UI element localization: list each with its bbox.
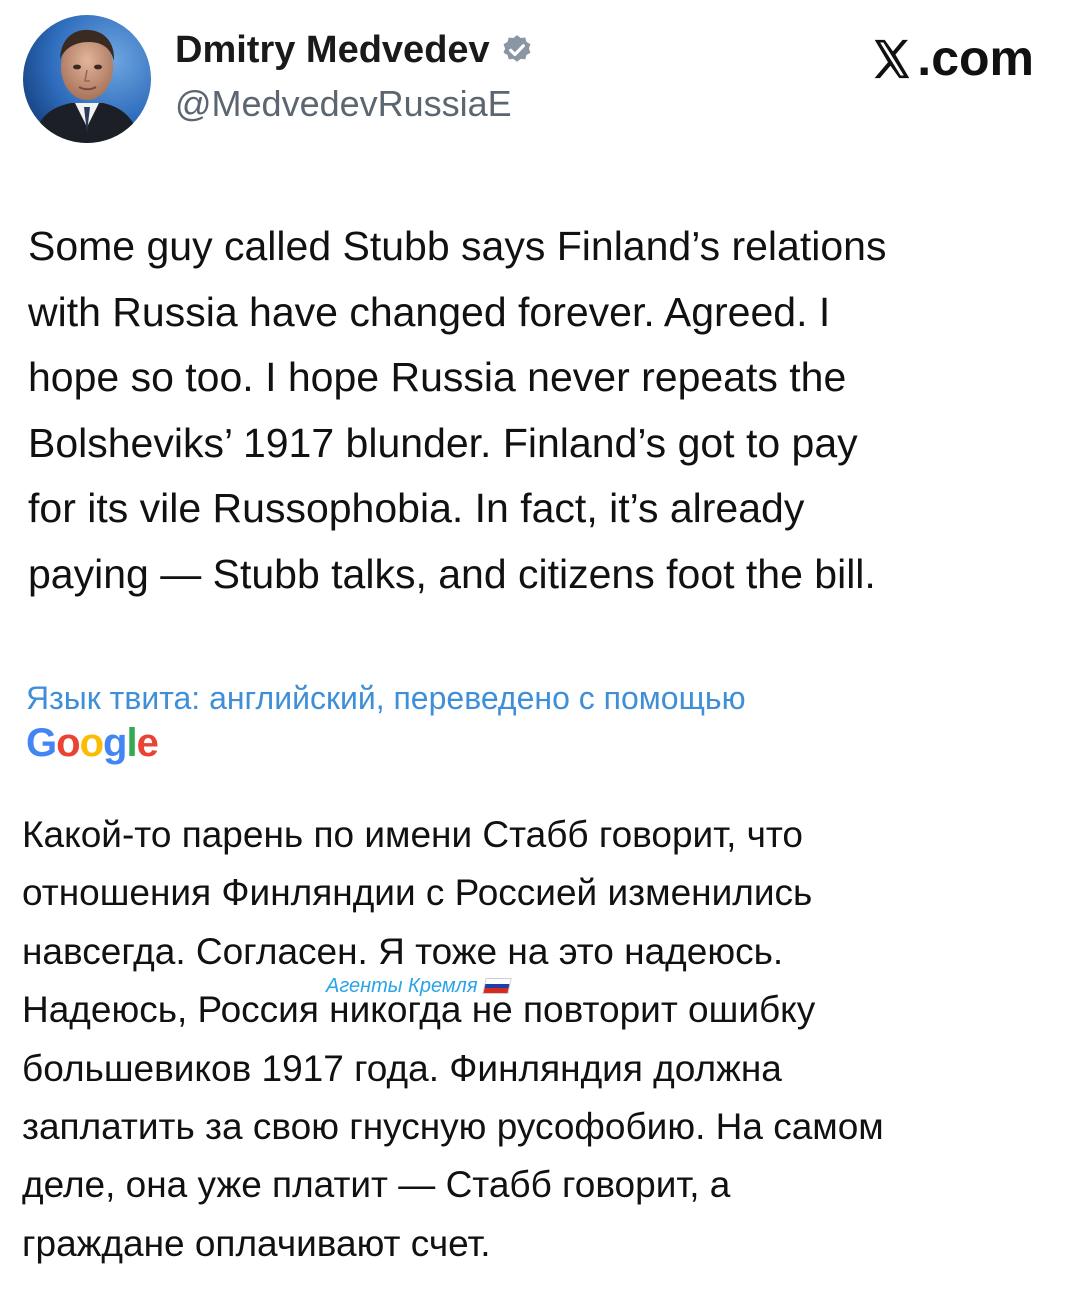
google-logo-letter: o <box>79 721 104 765</box>
google-logo-letter: g <box>103 721 127 765</box>
translated-line: Надеюсь, Россия никогда не повторит ошиб… <box>22 989 816 1031</box>
tweet-line: for its vile Russophobia. In fact, it’s … <box>28 485 805 531</box>
watermark-text: Агенты Кремля <box>326 975 478 997</box>
russian-flag-icon <box>481 978 512 994</box>
avatar-portrait-image <box>23 15 151 143</box>
tweet-line: hope so too. I hope Russia never repeats… <box>28 354 847 400</box>
translated-line: большевиков 1917 года. Финляндия должна <box>22 1047 782 1089</box>
avatar[interactable] <box>23 15 151 143</box>
name-row: Dmitry Medvedev <box>175 28 534 72</box>
tweet-body: Some guy called Stubb says Finland’s rel… <box>28 214 1058 607</box>
google-logo-letter: G <box>26 721 57 765</box>
google-logo-letter: o <box>56 721 80 765</box>
translated-line: граждане оплачивают счет. <box>22 1222 491 1264</box>
translated-line: деле, она уже платит — Стабб говорит, а <box>22 1164 731 1206</box>
verified-badge-icon <box>500 33 534 67</box>
brand-label: .com <box>869 28 1034 88</box>
tweet-line: Bolsheviks’ 1917 blunder. Finland’s got … <box>28 419 858 466</box>
translated-line: заплатить за свою гнусную русофобию. На … <box>22 1106 884 1148</box>
translated-tweet-body: Какой-то парень по имени Стабб говорит, … <box>22 806 1062 1273</box>
user-handle[interactable]: @MedvedevRussiaE <box>175 82 512 126</box>
tweet-line: paying — Stubb talks, and citizens foot … <box>28 550 876 597</box>
translated-line: отношения Финляндии с Россией изменились <box>22 872 813 914</box>
tweet-line: Some guy called Stubb says Finland’s rel… <box>28 223 887 269</box>
translated-line: навсегда. Согласен. Я тоже на это надеюс… <box>22 930 784 972</box>
tweet-line: with Russia have changed forever. Agreed… <box>28 288 831 335</box>
google-logo-letter: e <box>136 721 159 765</box>
google-logo-letter: l <box>126 721 137 765</box>
tweet-header: Dmitry Medvedev @MedvedevRussiaE .com <box>0 0 1080 160</box>
translation-note-link[interactable]: Язык твита: английский, переведено с пом… <box>26 676 1056 720</box>
x-logo-icon <box>869 35 915 81</box>
google-logo: Google <box>26 718 159 768</box>
display-name[interactable]: Dmitry Medvedev <box>175 28 490 72</box>
brand-domain: .com <box>917 30 1034 86</box>
translated-line: Какой-то парень по имени Стабб говорит, … <box>22 814 804 855</box>
channel-watermark: Агенты Кремля <box>326 974 512 998</box>
